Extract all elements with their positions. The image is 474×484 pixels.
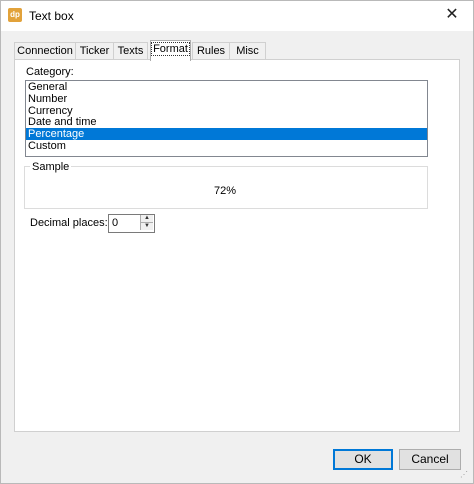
tab-texts-label: Texts bbox=[117, 45, 144, 57]
tab-connection-label: Connection bbox=[17, 45, 73, 57]
tab-rules[interactable]: Rules bbox=[192, 42, 230, 60]
title-bar: dp Text box ✕ bbox=[1, 1, 473, 31]
tab-texts[interactable]: Texts bbox=[113, 42, 148, 60]
tab-connection[interactable]: Connection bbox=[14, 42, 76, 60]
list-item-general[interactable]: General bbox=[26, 81, 427, 93]
list-item-date-and-time[interactable]: Date and time bbox=[26, 116, 427, 128]
tab-rules-label: Rules bbox=[196, 45, 226, 57]
ok-button[interactable]: OK bbox=[333, 449, 393, 470]
tab-misc[interactable]: Misc bbox=[229, 42, 266, 60]
decimal-places-label: Decimal places: bbox=[30, 217, 108, 229]
list-item-currency[interactable]: Currency bbox=[26, 105, 427, 117]
list-item-number[interactable]: Number bbox=[26, 93, 427, 105]
window-title: Text box bbox=[29, 9, 74, 23]
decimal-places-value[interactable]: 0 bbox=[112, 217, 118, 229]
tab-misc-label: Misc bbox=[236, 45, 259, 57]
app-icon: dp bbox=[8, 8, 22, 22]
category-listbox[interactable]: General Number Currency Date and time Pe… bbox=[25, 80, 428, 157]
tab-format-label: Format bbox=[151, 42, 190, 56]
decimal-places-spinner[interactable]: 0 ▲ ▼ bbox=[108, 214, 155, 233]
sample-label: Sample bbox=[30, 161, 72, 173]
cancel-button[interactable]: Cancel bbox=[399, 449, 461, 470]
spin-up-icon[interactable]: ▲ bbox=[140, 215, 153, 223]
tab-ticker[interactable]: Ticker bbox=[75, 42, 114, 60]
category-label: Category: bbox=[26, 66, 74, 78]
tab-format[interactable]: Format bbox=[150, 40, 191, 61]
spin-down-icon[interactable]: ▼ bbox=[140, 223, 153, 230]
sample-value: 72% bbox=[213, 185, 237, 197]
close-icon[interactable]: ✕ bbox=[441, 6, 463, 24]
list-item-custom[interactable]: Custom bbox=[26, 140, 427, 152]
resize-grip-icon[interactable]: ⋰ bbox=[460, 470, 470, 480]
list-item-percentage[interactable]: Percentage bbox=[26, 128, 427, 140]
tab-ticker-label: Ticker bbox=[79, 45, 110, 57]
